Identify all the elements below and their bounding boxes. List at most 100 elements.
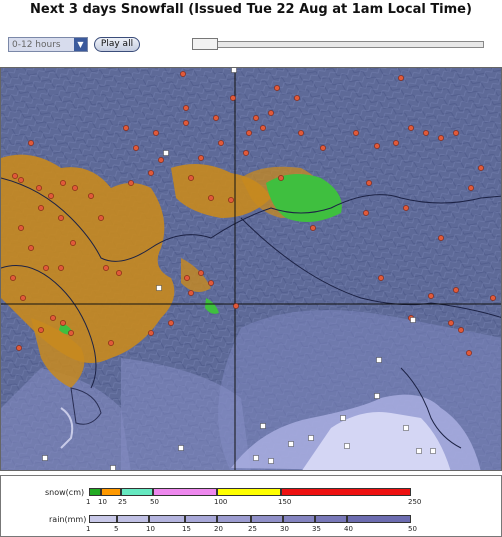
station-marker[interactable] xyxy=(410,317,416,323)
city-marker[interactable] xyxy=(58,215,64,221)
city-marker[interactable] xyxy=(153,130,159,136)
city-marker[interactable] xyxy=(28,245,34,251)
city-marker[interactable] xyxy=(453,130,459,136)
city-marker[interactable] xyxy=(183,105,189,111)
city-marker[interactable] xyxy=(70,240,76,246)
station-marker[interactable] xyxy=(110,465,116,471)
city-marker[interactable] xyxy=(88,193,94,199)
city-marker[interactable] xyxy=(260,125,266,131)
station-marker[interactable] xyxy=(308,435,314,441)
city-marker[interactable] xyxy=(428,293,434,299)
station-marker[interactable] xyxy=(260,423,266,429)
city-marker[interactable] xyxy=(60,320,66,326)
station-marker[interactable] xyxy=(416,448,422,454)
city-marker[interactable] xyxy=(168,320,174,326)
city-marker[interactable] xyxy=(448,320,454,326)
station-marker[interactable] xyxy=(430,448,436,454)
city-marker[interactable] xyxy=(468,185,474,191)
city-marker[interactable] xyxy=(363,210,369,216)
station-marker[interactable] xyxy=(374,393,380,399)
station-marker[interactable] xyxy=(376,357,382,363)
station-marker[interactable] xyxy=(340,415,346,421)
city-marker[interactable] xyxy=(38,205,44,211)
city-marker[interactable] xyxy=(253,115,259,121)
city-marker[interactable] xyxy=(184,275,190,281)
city-marker[interactable] xyxy=(133,145,139,151)
city-marker[interactable] xyxy=(38,327,44,333)
city-marker[interactable] xyxy=(36,185,42,191)
city-marker[interactable] xyxy=(50,315,56,321)
city-marker[interactable] xyxy=(310,225,316,231)
city-marker[interactable] xyxy=(28,140,34,146)
city-marker[interactable] xyxy=(128,180,134,186)
city-marker[interactable] xyxy=(48,193,54,199)
city-marker[interactable] xyxy=(230,95,236,101)
station-marker[interactable] xyxy=(42,455,48,461)
city-marker[interactable] xyxy=(243,150,249,156)
station-marker[interactable] xyxy=(163,150,169,156)
city-marker[interactable] xyxy=(43,265,49,271)
time-slider-thumb[interactable] xyxy=(192,38,218,50)
city-marker[interactable] xyxy=(246,130,252,136)
city-marker[interactable] xyxy=(398,75,404,81)
city-marker[interactable] xyxy=(208,280,214,286)
station-marker[interactable] xyxy=(344,443,350,449)
city-marker[interactable] xyxy=(213,115,219,121)
station-marker[interactable] xyxy=(288,441,294,447)
city-marker[interactable] xyxy=(466,350,472,356)
city-marker[interactable] xyxy=(453,287,459,293)
chevron-down-icon[interactable]: ▼ xyxy=(74,38,87,51)
city-marker[interactable] xyxy=(123,125,129,131)
city-marker[interactable] xyxy=(18,225,24,231)
city-marker[interactable] xyxy=(378,275,384,281)
city-marker[interactable] xyxy=(268,110,274,116)
station-marker[interactable] xyxy=(178,445,184,451)
city-marker[interactable] xyxy=(10,275,16,281)
time-interval-select[interactable]: 0-12 hours ▼ xyxy=(8,37,88,52)
city-marker[interactable] xyxy=(403,205,409,211)
city-marker[interactable] xyxy=(198,270,204,276)
station-marker[interactable] xyxy=(231,68,237,73)
city-marker[interactable] xyxy=(408,125,414,131)
city-marker[interactable] xyxy=(68,330,74,336)
city-marker[interactable] xyxy=(218,140,224,146)
city-marker[interactable] xyxy=(98,215,104,221)
city-marker[interactable] xyxy=(438,235,444,241)
city-marker[interactable] xyxy=(18,177,24,183)
play-all-button[interactable]: Play all xyxy=(94,37,140,52)
city-marker[interactable] xyxy=(233,303,239,309)
city-marker[interactable] xyxy=(198,155,204,161)
city-marker[interactable] xyxy=(478,165,484,171)
city-marker[interactable] xyxy=(294,95,300,101)
city-marker[interactable] xyxy=(103,265,109,271)
city-marker[interactable] xyxy=(58,265,64,271)
station-marker[interactable] xyxy=(268,458,274,464)
city-marker[interactable] xyxy=(393,140,399,146)
city-marker[interactable] xyxy=(188,290,194,296)
snowfall-map[interactable] xyxy=(0,67,502,471)
city-marker[interactable] xyxy=(20,295,26,301)
city-marker[interactable] xyxy=(366,180,372,186)
city-marker[interactable] xyxy=(158,157,164,163)
station-marker[interactable] xyxy=(403,425,409,431)
city-marker[interactable] xyxy=(274,85,280,91)
city-marker[interactable] xyxy=(208,195,214,201)
city-marker[interactable] xyxy=(188,175,194,181)
city-marker[interactable] xyxy=(353,130,359,136)
city-marker[interactable] xyxy=(108,340,114,346)
city-marker[interactable] xyxy=(374,143,380,149)
city-marker[interactable] xyxy=(298,130,304,136)
city-marker[interactable] xyxy=(180,71,186,77)
time-slider-track[interactable] xyxy=(192,41,484,48)
city-marker[interactable] xyxy=(116,270,122,276)
city-marker[interactable] xyxy=(228,197,234,203)
city-marker[interactable] xyxy=(490,295,496,301)
station-marker[interactable] xyxy=(253,455,259,461)
city-marker[interactable] xyxy=(72,185,78,191)
city-marker[interactable] xyxy=(148,170,154,176)
city-marker[interactable] xyxy=(183,120,189,126)
station-marker[interactable] xyxy=(156,285,162,291)
city-marker[interactable] xyxy=(278,175,284,181)
city-marker[interactable] xyxy=(438,135,444,141)
city-marker[interactable] xyxy=(148,330,154,336)
